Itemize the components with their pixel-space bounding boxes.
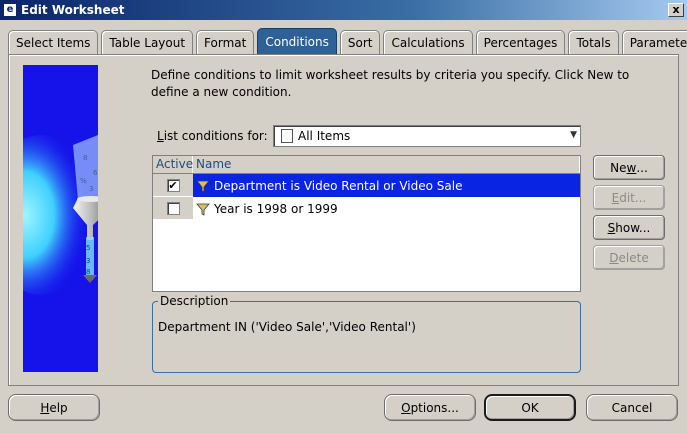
condition-name-cell[interactable]: Year is 1998 or 1999 [193,197,580,220]
filter-icon [196,180,210,193]
tab-label: Select Items [16,35,91,50]
tab-select-items[interactable]: Select Items [8,30,99,54]
tab-conditions[interactable]: Conditions [257,28,337,54]
tab-label: Totals [576,35,611,50]
tab-totals[interactable]: Totals [568,30,619,54]
title-bar: e Edit Worksheet x [0,0,687,20]
edit-button[interactable]: Edit... [593,185,665,210]
svg-text:6: 6 [93,169,98,177]
close-icon: x [672,3,680,16]
options-button[interactable]: Options... [384,394,476,421]
show-button[interactable]: Show... [593,215,665,240]
tab-percentages[interactable]: Percentages [475,30,566,54]
tab-label: Percentages [483,35,558,50]
tab-label: Format [204,35,247,50]
column-header-name[interactable]: Name [193,156,580,173]
description-box: Description Department IN ('Video Sale',… [152,294,581,373]
list-conditions-select[interactable]: All Items ▼ [273,125,581,147]
active-checkbox[interactable]: ✔ [166,178,180,192]
delete-button[interactable]: Delete [593,245,665,270]
tab-label: Table Layout [109,35,186,50]
tab-label: Parameters [629,35,687,50]
tab-label: Conditions [265,34,329,49]
close-button[interactable]: x [668,3,684,17]
tab-label: Calculations [391,35,465,50]
table-header: Active Name [153,156,580,174]
new-button[interactable]: Ne w... [593,155,665,180]
svg-text:8: 8 [86,268,90,276]
svg-text:5: 5 [86,244,90,252]
table-row[interactable]: ✔ Department is Video Rental or Video Sa… [153,174,580,197]
active-cell [153,197,193,220]
intro-text: Define conditions to limit worksheet res… [151,68,630,99]
conditions-panel: 8 6 % 3 5 3 8 Define conditions to limit… [8,54,679,386]
active-checkbox[interactable] [166,201,180,215]
document-icon [281,129,293,143]
ok-button[interactable]: OK [484,394,576,421]
tab-sort[interactable]: Sort [339,30,381,54]
svg-text:3: 3 [89,185,93,193]
list-conditions-label: List conditions for: [157,129,268,143]
tab-format[interactable]: Format [196,30,255,54]
condition-name: Year is 1998 or 1999 [214,201,338,216]
svg-text:8: 8 [83,154,87,162]
condition-name-cell[interactable]: Department is Video Rental or Video Sale [193,174,580,197]
description-text: Department IN ('Video Sale','Video Renta… [158,320,416,334]
description-legend: Description [158,294,231,308]
tab-calculations[interactable]: Calculations [383,30,473,54]
tab-table-layout[interactable]: Table Layout [101,30,194,54]
column-header-active[interactable]: Active [153,156,193,173]
tab-label: Sort [347,35,373,50]
funnel-illustration: 8 6 % 3 5 3 8 [23,65,98,372]
condition-name: Department is Video Rental or Video Sale [214,178,463,193]
cancel-button[interactable]: Cancel [586,394,678,421]
conditions-table: Active Name ✔ Department is Video Rental… [152,155,581,292]
tab-strip: Select Items Table Layout Format Conditi… [8,27,687,54]
window-title: Edit Worksheet [21,3,125,17]
chevron-down-icon[interactable]: ▼ [570,130,577,140]
tab-parameters[interactable]: Parameters [621,30,687,54]
active-cell: ✔ [153,174,193,197]
svg-text:3: 3 [86,257,90,265]
svg-text:%: % [80,177,87,185]
funnel-icon: 8 6 % 3 5 3 8 [23,135,98,295]
table-row[interactable]: Year is 1998 or 1999 [153,197,580,220]
app-icon: e [3,3,17,17]
filter-icon [196,203,210,216]
list-conditions-value: All Items [298,129,351,143]
help-button[interactable]: Help [8,394,100,421]
